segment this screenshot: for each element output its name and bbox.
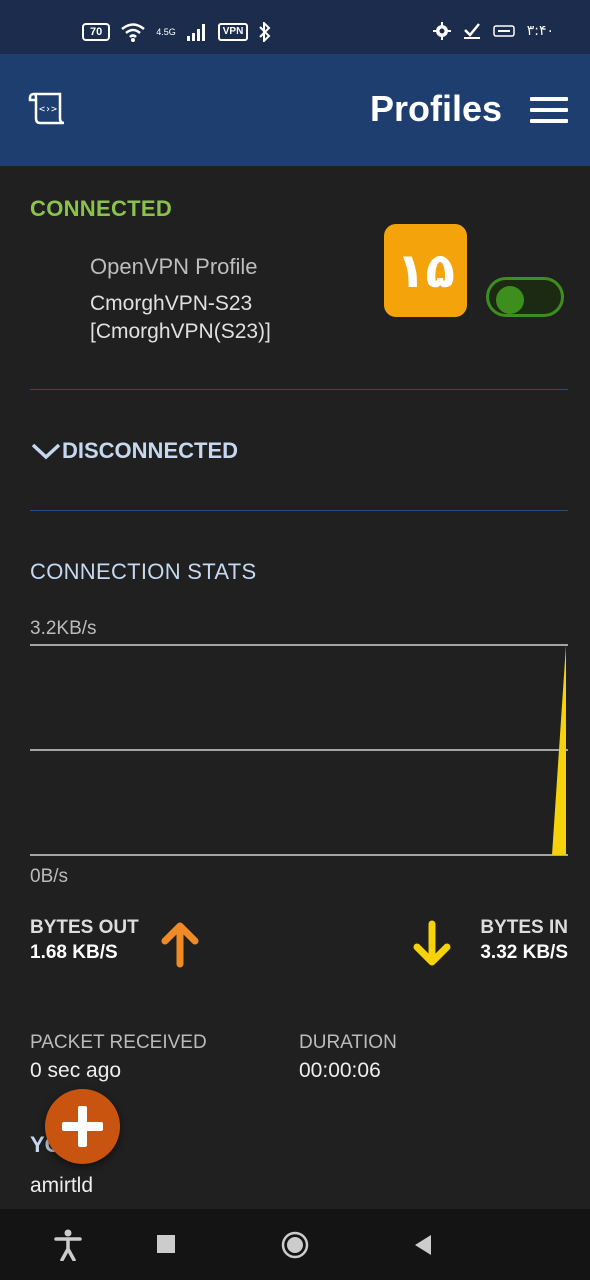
accessibility-icon[interactable] bbox=[54, 1229, 82, 1261]
arrow-up-icon bbox=[161, 922, 199, 968]
duration-label: DURATION bbox=[299, 1032, 397, 1053]
divider bbox=[30, 389, 568, 390]
clock: ۳:۴۰ bbox=[526, 23, 554, 39]
signal-icon bbox=[186, 24, 205, 41]
home-icon[interactable] bbox=[281, 1231, 309, 1259]
network-type: 4.5G bbox=[156, 26, 176, 37]
svg-text:<›>: <›> bbox=[39, 104, 57, 115]
plus-icon-stroke bbox=[78, 1106, 87, 1147]
profile-badge: ۱۵ bbox=[384, 224, 467, 317]
bytes-out-value: 1.68 KB/S bbox=[30, 942, 118, 963]
divider bbox=[30, 510, 568, 511]
app-bar: <›> Profiles bbox=[0, 54, 590, 166]
chevron-down-icon bbox=[31, 443, 61, 460]
disconnected-heading: DISCONNECTED bbox=[62, 438, 239, 463]
status-right: ۳:۴۰ bbox=[432, 22, 554, 40]
packet-received-label: PACKET RECEIVED bbox=[30, 1032, 207, 1053]
vpn-indicator: VPN bbox=[217, 23, 249, 41]
connected-heading: CONNECTED bbox=[30, 196, 173, 221]
profile-name[interactable]: CmorghVPN-S23 [CmorghVPN(S23)] bbox=[90, 290, 350, 346]
check-icon bbox=[463, 23, 480, 39]
bytes-in-label: BYTES IN bbox=[480, 917, 568, 938]
vpn-key-icon bbox=[492, 25, 515, 37]
system-nav-bar bbox=[0, 1209, 590, 1280]
stats-heading: CONNECTION STATS bbox=[30, 559, 257, 584]
bluetooth-icon bbox=[259, 22, 271, 42]
username: amirtld bbox=[30, 1174, 94, 1197]
wifi-icon bbox=[121, 23, 146, 42]
app-logo-icon[interactable]: <›> bbox=[28, 90, 68, 126]
chart-min-label: 0B/s bbox=[30, 866, 69, 887]
add-profile-button[interactable] bbox=[45, 1089, 120, 1164]
back-icon[interactable] bbox=[413, 1234, 433, 1256]
bytes-in-value: 3.32 KB/S bbox=[480, 942, 568, 963]
page-title: Profiles bbox=[369, 88, 502, 129]
disconnected-header[interactable]: DISCONNECTED bbox=[30, 438, 238, 464]
hamburger-menu-icon[interactable] bbox=[530, 97, 568, 123]
profile-type[interactable]: OpenVPN Profile bbox=[90, 254, 258, 280]
status-bar: 70 4.5G VPN ۳:۴۰ bbox=[0, 0, 590, 54]
packet-received-value: 0 sec ago bbox=[30, 1059, 122, 1082]
throughput-chart bbox=[30, 644, 568, 856]
bytes-out-label: BYTES OUT bbox=[30, 917, 139, 938]
toggle-knob bbox=[496, 286, 524, 314]
chart-max-label: 3.2KB/s bbox=[30, 618, 97, 639]
status-left: 70 4.5G VPN bbox=[82, 22, 272, 42]
arrow-down-icon bbox=[413, 920, 451, 966]
battery-indicator: 70 bbox=[82, 23, 111, 41]
duration-value: 00:00:06 bbox=[299, 1059, 381, 1082]
recent-apps-icon[interactable] bbox=[157, 1235, 175, 1253]
settings-gear-icon bbox=[432, 22, 451, 40]
connection-toggle[interactable] bbox=[486, 277, 564, 317]
